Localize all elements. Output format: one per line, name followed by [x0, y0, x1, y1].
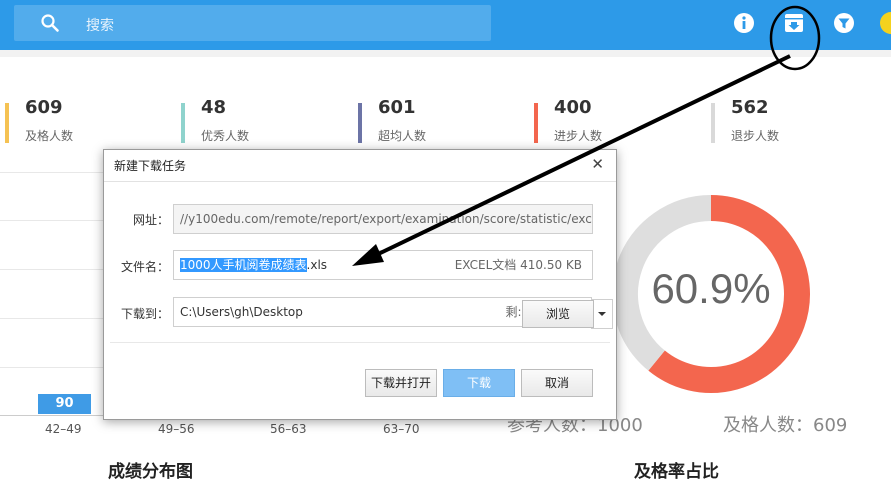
stat-value: 48 — [201, 97, 227, 118]
filename-field[interactable]: 1000人手机阅卷成绩表.xls EXCEL文档 410.50 KB — [173, 250, 593, 280]
chevron-down-icon — [598, 312, 606, 316]
stat-label: 超均人数 — [378, 129, 427, 143]
divider — [104, 181, 616, 182]
cancel-button[interactable]: 取消 — [521, 369, 593, 397]
url-label: 网址： — [132, 213, 169, 227]
grid-line — [0, 220, 110, 221]
top-bar: 搜索 — [0, 0, 891, 50]
stat-label: 及格人数 — [25, 129, 74, 143]
pass-rate-percent: 60.9% — [651, 265, 771, 312]
search-input[interactable]: 搜索 — [14, 5, 491, 41]
stat-value: 400 — [554, 97, 592, 118]
stat-color-bar — [358, 103, 362, 143]
info-icon[interactable] — [733, 12, 755, 34]
search-icon[interactable] — [40, 13, 60, 33]
stat-value: 601 — [378, 97, 416, 118]
saveto-label: 下载到： — [120, 307, 169, 321]
dialog-title: 新建下载任务 — [114, 159, 187, 173]
x-tick-label: 56–63 — [270, 422, 307, 436]
saveto-path: C:\Users\gh\Desktop — [180, 305, 303, 319]
url-field[interactable]: //y100edu.com/remote/report/export/exami… — [173, 204, 593, 234]
filename-selected-text: 1000人手机阅卷成绩表 — [180, 258, 307, 272]
stat-label: 进步人数 — [554, 129, 603, 143]
divider — [110, 342, 610, 343]
stat-value: 609 — [25, 97, 63, 118]
filter-icon[interactable] — [833, 12, 855, 34]
pass-rate-chart-title: 及格率占比 — [634, 462, 719, 482]
stat-color-bar — [534, 103, 538, 143]
download-button[interactable]: 下载 — [443, 369, 515, 397]
x-tick-label: 49–56 — [158, 422, 195, 436]
distribution-chart-title: 成绩分布图 — [108, 462, 193, 482]
grid-line — [0, 269, 110, 270]
download-icon[interactable] — [783, 12, 805, 34]
search-placeholder: 搜索 — [86, 18, 114, 34]
filename-extension: .xls — [306, 258, 328, 272]
x-tick-label: 42–49 — [45, 422, 82, 436]
url-value: //y100edu.com/remote/report/export/exami… — [180, 212, 593, 226]
close-icon[interactable]: ✕ — [591, 155, 604, 173]
grid-line — [0, 367, 110, 368]
browse-button[interactable]: 浏览 — [522, 300, 594, 328]
saveto-dropdown[interactable] — [591, 299, 613, 329]
stat-label: 优秀人数 — [201, 129, 250, 143]
passed-count: 及格人数：609 — [723, 415, 848, 436]
avatar[interactable] — [880, 12, 891, 34]
stat-label: 退步人数 — [731, 129, 780, 143]
stat-color-bar — [711, 103, 715, 143]
grid-line — [0, 172, 110, 173]
stat-value: 562 — [731, 97, 769, 118]
stat-color-bar — [5, 103, 9, 143]
x-tick-label: 63–70 — [383, 422, 420, 436]
download-and-open-button[interactable]: 下载并打开 — [365, 369, 437, 397]
grid-line — [0, 318, 110, 319]
stat-color-bar — [181, 103, 185, 143]
file-info: EXCEL文档 410.50 KB — [454, 258, 582, 272]
new-download-dialog: 新建下载任务 ✕ 网址： //y100edu.com/remote/report… — [103, 149, 617, 420]
filename-label: 文件名： — [120, 260, 169, 274]
distribution-bar-value: 90 — [38, 394, 91, 414]
